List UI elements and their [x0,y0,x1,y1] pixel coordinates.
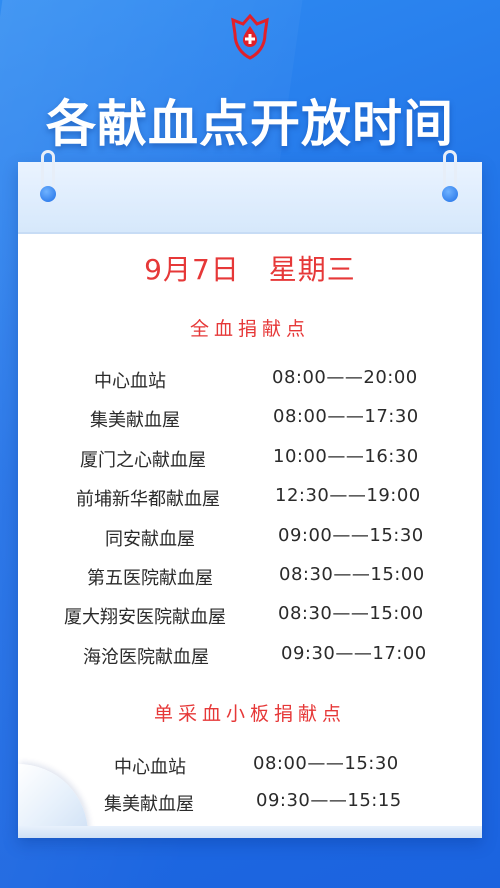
site-name: 前埔新华都献血屋 [76,489,220,510]
calendar-header [18,150,482,234]
list-item: 第五医院献血屋 08:30——15:00 [0,564,500,594]
open-hours: 08:00——15:30 [253,753,399,774]
list-item: 同安献血屋 09:00——15:30 [0,525,500,555]
site-name: 中心血站 [114,757,186,778]
binder-ring-left [40,186,56,202]
open-hours: 09:30——15:15 [256,790,402,811]
binder-ring-right [442,186,458,202]
panel-bottom-band [18,826,482,838]
platelet-heading: 单采血小板捐献点 [153,703,346,725]
page-title: 各献血点开放时间 [46,95,454,153]
open-hours: 10:00——16:30 [273,446,419,467]
open-hours: 09:00——15:30 [278,525,424,546]
list-item: 前埔新华都献血屋 12:30——19:00 [0,485,500,515]
site-name: 集美献血屋 [104,794,194,815]
list-item: 中心血站 08:00——20:00 [0,367,500,397]
list-item: 厦门之心献血屋 10:00——16:30 [0,446,500,476]
blood-drop-flower-logo-icon [231,13,269,60]
list-item: 中心血站 08:00——15:30 [0,753,500,783]
list-item: 海沧医院献血屋 09:30——17:00 [0,643,500,673]
whole-blood-heading: 全血捐献点 [189,318,310,340]
open-hours: 08:00——20:00 [272,367,418,388]
list-item: 厦大翔安医院献血屋 08:30——15:00 [0,603,500,633]
site-name: 厦门之心献血屋 [80,450,206,471]
open-hours: 09:30——17:00 [281,643,427,664]
site-name: 集美献血屋 [90,410,180,431]
site-name: 中心血站 [94,371,166,392]
list-item: 集美献血屋 08:00——17:30 [0,406,500,436]
date-label: 9月7日 星期三 [144,253,356,286]
list-item: 集美献血屋 09:30——15:15 [0,790,500,820]
site-name: 海沧医院献血屋 [83,647,209,668]
site-name: 同安献血屋 [105,529,195,550]
open-hours: 12:30——19:00 [275,485,421,506]
open-hours: 08:00——17:30 [273,406,419,427]
open-hours: 08:30——15:00 [278,603,424,624]
site-name: 第五医院献血屋 [87,568,213,589]
open-hours: 08:30——15:00 [279,564,425,585]
site-name: 厦大翔安医院献血屋 [64,607,226,628]
